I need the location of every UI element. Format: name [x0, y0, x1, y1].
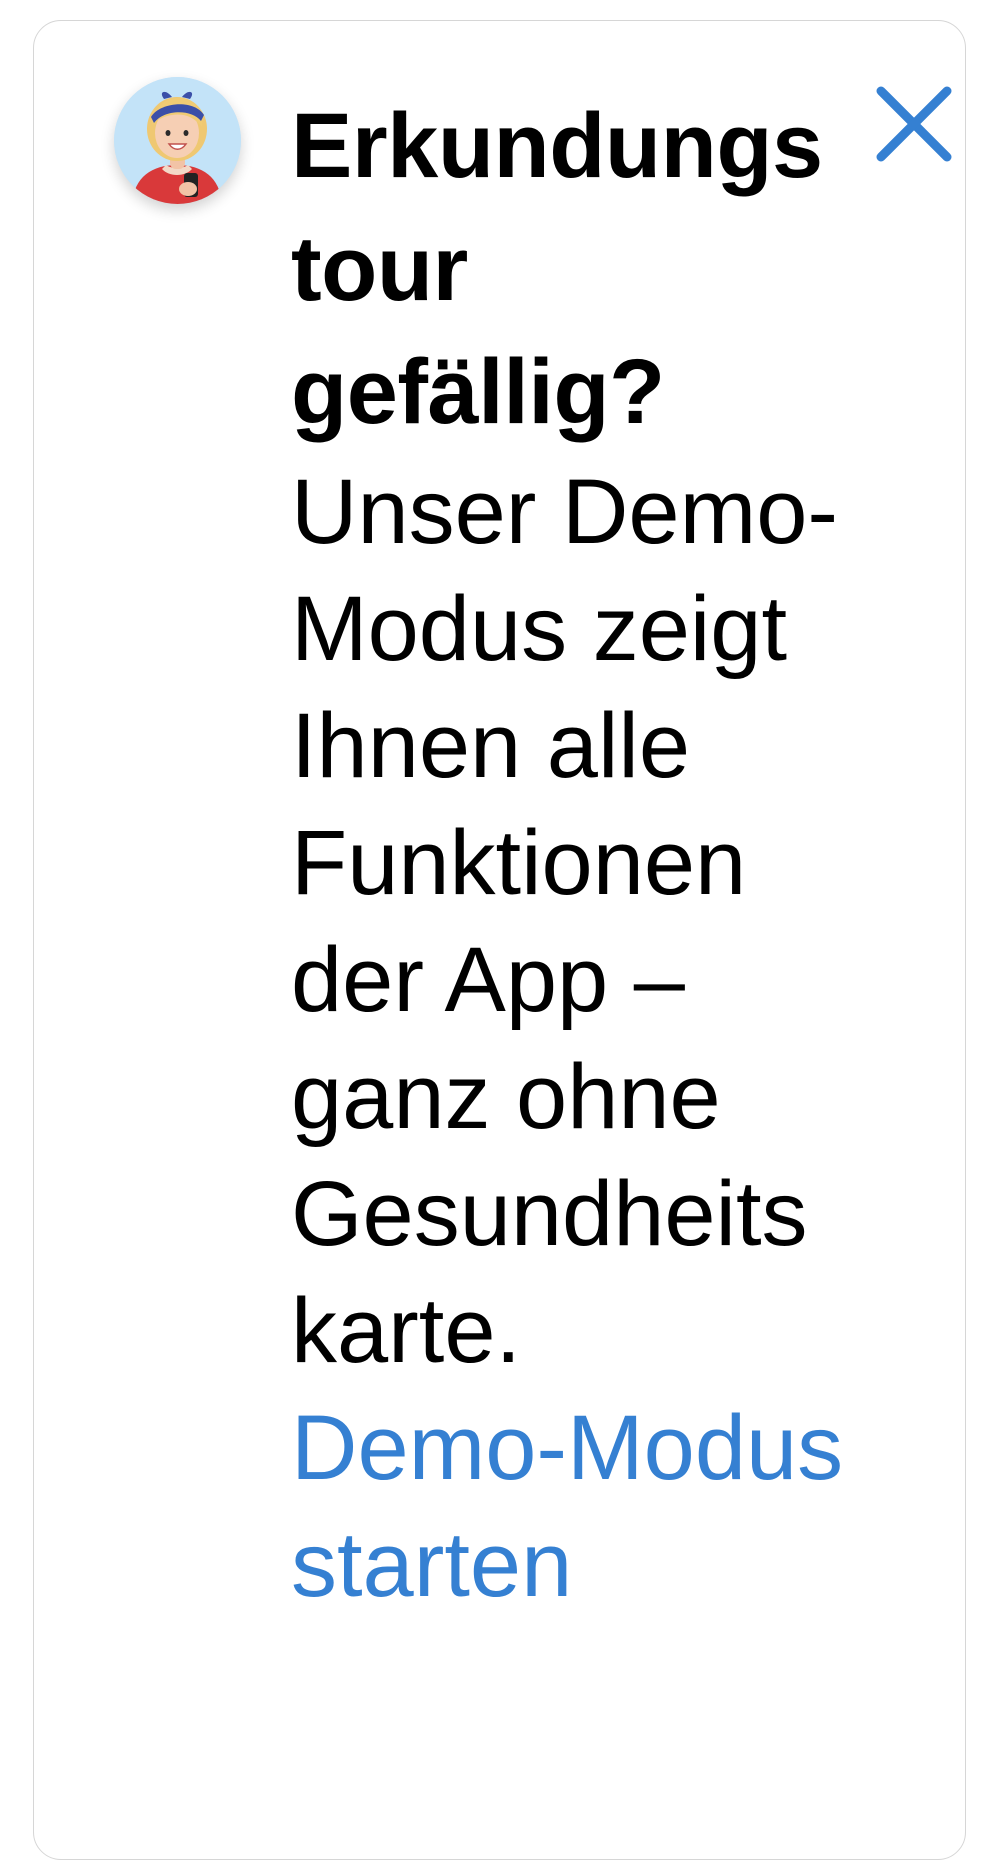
banner-content: Erkundungstour gefällig? Unser Demo-Modu… — [291, 85, 851, 1624]
banner-description: Unser Demo-Modus zeigt Ihnen alle Funkti… — [291, 461, 839, 1382]
close-icon — [876, 86, 952, 162]
woman-avatar-icon — [114, 77, 241, 204]
start-demo-mode-link[interactable]: Demo-Modus starten — [291, 1390, 851, 1624]
close-button[interactable] — [869, 79, 959, 169]
banner-title: Erkundungstour gefällig? — [291, 95, 823, 443]
demo-mode-banner: Erkundungstour gefällig? Unser Demo-Modu… — [33, 20, 966, 1860]
